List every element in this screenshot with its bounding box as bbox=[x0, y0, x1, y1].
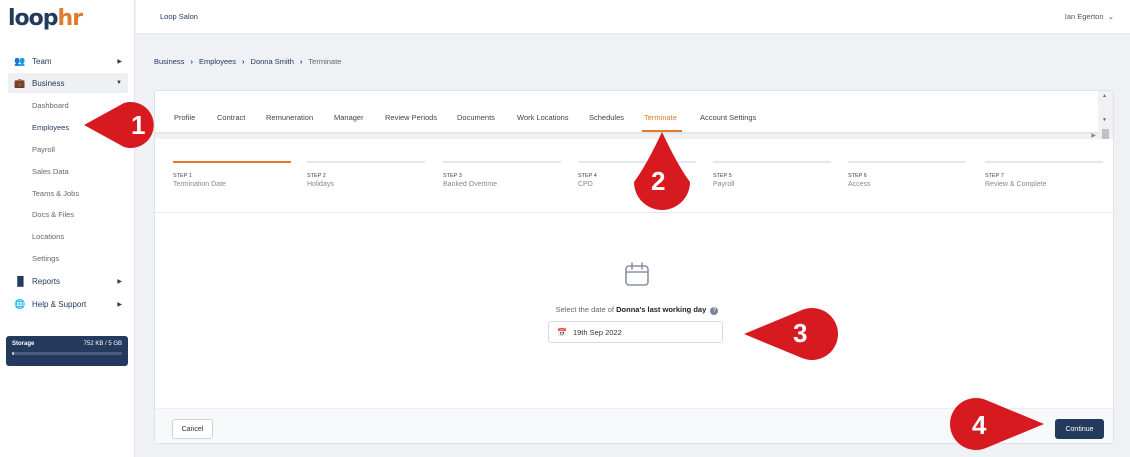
sidebar-sub-locations[interactable]: Locations bbox=[32, 232, 64, 241]
scroll-right-icon[interactable]: ▶ bbox=[1091, 132, 1096, 139]
chevron-right-icon: ▶ bbox=[117, 58, 122, 65]
breadcrumb-employee[interactable]: Donna Smith bbox=[251, 57, 294, 66]
chevron-down-icon: ⌄ bbox=[1105, 12, 1114, 21]
sidebar-item-business[interactable]: 💼 Business ▼ bbox=[8, 73, 128, 93]
top-bar: Loop Salon Ian Egerton ⌄ bbox=[136, 0, 1130, 34]
vertical-scrollbar[interactable]: ▲ ▼ bbox=[1098, 91, 1113, 139]
sidebar-item-team[interactable]: 👥 Team ▶ bbox=[8, 51, 128, 71]
step-holidays[interactable]: STEP 2 Holidays bbox=[307, 161, 425, 188]
callout-number-1: 1 bbox=[131, 110, 146, 140]
sidebar-sub-teams-jobs[interactable]: Teams & Jobs bbox=[32, 189, 79, 198]
sidebar-item-help-support[interactable]: 🌐 Help & Support ▶ bbox=[8, 294, 128, 314]
callout-number-3: 3 bbox=[793, 318, 808, 348]
storage-widget: Storage 752 KB / 5 GB bbox=[6, 336, 128, 366]
step-progress-line bbox=[713, 161, 831, 163]
sidebar-sub-settings[interactable]: Settings bbox=[32, 254, 59, 263]
step-termination-date[interactable]: STEP 1 Termination Date bbox=[173, 161, 291, 188]
scrollbar-thumb[interactable] bbox=[1102, 129, 1109, 139]
tab-review-periods[interactable]: Review Periods bbox=[385, 113, 437, 122]
callout-marker-3 bbox=[744, 308, 838, 360]
step-progress-line bbox=[848, 161, 966, 163]
breadcrumb-current: Terminate bbox=[308, 57, 342, 66]
user-menu[interactable]: Ian Egerton ⌄ bbox=[1065, 12, 1114, 21]
loophr-logo[interactable]: loophr bbox=[8, 6, 83, 31]
briefcase-icon: 💼 bbox=[14, 77, 26, 88]
date-prompt: Select the date of Donna's last working … bbox=[155, 305, 1113, 315]
callout-marker-1 bbox=[84, 102, 154, 148]
sidebar: loophr 👥 Team ▶ 💼 Business ▼ Dashboard E… bbox=[0, 0, 135, 457]
sidebar-sub-sales-data[interactable]: Sales Data bbox=[32, 167, 69, 176]
tab-remuneration[interactable]: Remuneration bbox=[266, 113, 313, 122]
callout-marker-4 bbox=[950, 398, 1044, 450]
storage-label: Storage bbox=[12, 341, 35, 347]
tab-documents[interactable]: Documents bbox=[457, 113, 495, 122]
user-name: Ian Egerton bbox=[1064, 12, 1104, 21]
breadcrumb: Business › Employees › Donna Smith › Ter… bbox=[154, 57, 341, 66]
scroll-up-icon[interactable]: ▲ bbox=[1102, 93, 1107, 99]
breadcrumb-separator-icon: › bbox=[299, 57, 303, 66]
storage-usage: 752 KB / 5 GB bbox=[83, 341, 122, 347]
step-progress-line bbox=[307, 161, 425, 163]
help-icon[interactable]: ? bbox=[710, 307, 719, 315]
tab-schedules[interactable]: Schedules bbox=[589, 113, 624, 122]
date-value: 19th Sep 2022 bbox=[572, 327, 622, 337]
step-progress-line bbox=[985, 161, 1103, 163]
employee-tabs: Profile Contract Remuneration Manager Re… bbox=[155, 91, 1100, 133]
step-progress-line bbox=[173, 161, 291, 163]
callout-number-2: 2 bbox=[651, 166, 666, 196]
last-working-day-date-field[interactable]: 📅 19th Sep 2022 bbox=[548, 321, 723, 343]
tab-contract[interactable]: Contract bbox=[217, 113, 245, 122]
company-name: Loop Salon bbox=[160, 12, 198, 21]
chevron-down-icon: ▼ bbox=[116, 80, 122, 86]
callout-number-4: 4 bbox=[972, 410, 987, 440]
horizontal-scrollbar[interactable]: ▶ bbox=[155, 133, 1100, 139]
breadcrumb-separator-icon: › bbox=[242, 57, 245, 66]
tab-terminate[interactable]: Terminate bbox=[644, 113, 677, 122]
sidebar-sub-employees[interactable]: Employees bbox=[32, 123, 69, 132]
scroll-down-icon[interactable]: ▼ bbox=[1102, 117, 1107, 123]
team-icon: 👥 bbox=[14, 55, 26, 66]
sidebar-sub-docs-files[interactable]: Docs & Files bbox=[32, 210, 74, 219]
tab-account-settings[interactable]: Account Settings bbox=[700, 113, 756, 122]
sidebar-sub-payroll[interactable]: Payroll bbox=[32, 145, 55, 154]
breadcrumb-employees[interactable]: Employees bbox=[199, 57, 236, 66]
cancel-button[interactable]: Cancel bbox=[172, 419, 213, 439]
calendar-icon: 📅 bbox=[557, 327, 567, 337]
tab-manager[interactable]: Manager bbox=[334, 113, 364, 122]
breadcrumb-separator-icon: › bbox=[190, 57, 193, 66]
termination-date-panel: Select the date of Donna's last working … bbox=[155, 213, 1113, 408]
tab-work-locations[interactable]: Work Locations bbox=[517, 113, 569, 122]
sidebar-item-reports[interactable]: ▐▌ Reports ▶ bbox=[8, 271, 128, 291]
storage-bar bbox=[12, 352, 122, 355]
step-progress-line bbox=[443, 161, 561, 163]
chevron-right-icon: ▶ bbox=[117, 301, 122, 308]
calendar-icon bbox=[625, 262, 649, 286]
step-review-complete[interactable]: STEP 7 Review & Complete bbox=[985, 161, 1103, 188]
tab-profile[interactable]: Profile bbox=[174, 113, 195, 122]
globe-icon: 🌐 bbox=[14, 298, 26, 309]
employee-last-day-label: Donna's last working day bbox=[616, 305, 707, 314]
step-payroll[interactable]: STEP 5 Payroll bbox=[713, 161, 831, 188]
step-access[interactable]: STEP 6 Access bbox=[848, 161, 966, 188]
bar-chart-icon: ▐▌ bbox=[14, 276, 27, 286]
sidebar-sub-dashboard[interactable]: Dashboard bbox=[32, 101, 69, 110]
breadcrumb-business[interactable]: Business bbox=[154, 57, 184, 66]
continue-button[interactable]: Continue bbox=[1055, 419, 1104, 439]
chevron-right-icon: ▶ bbox=[117, 278, 122, 285]
storage-bar-fill bbox=[12, 352, 15, 355]
step-banked-overtime[interactable]: STEP 3 Banked Overtime bbox=[443, 161, 561, 188]
